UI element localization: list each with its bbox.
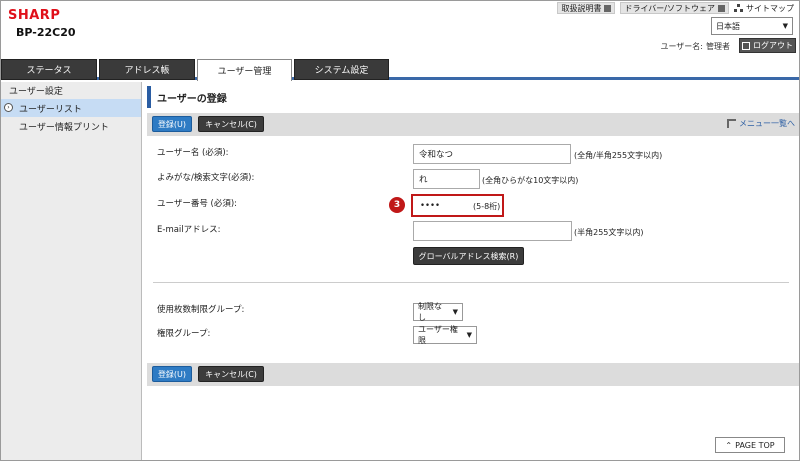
page-top-button[interactable]: ⌃ PAGE TOP <box>715 437 785 453</box>
menu-list-link[interactable]: メニュー一覧へ <box>727 118 795 129</box>
global-address-search-button[interactable]: グローバルアドレス検索(R) <box>413 247 524 265</box>
tab-address-book[interactable]: アドレス帳 <box>99 59 195 80</box>
top-links: 取扱説明書 ドライバー/ソフトウェア サイトマップ <box>557 2 794 14</box>
user-number-input[interactable]: •••• <box>415 196 473 215</box>
external-window-icon <box>604 4 612 12</box>
user-number-hint: (5-8桁) <box>473 202 501 211</box>
logout-icon <box>742 41 750 50</box>
sitemap-icon <box>734 3 743 13</box>
username-hint: (全角/半角255文字以内) <box>574 151 663 160</box>
bottom-action-bar: 登録(U) キャンセル(C) <box>147 363 799 386</box>
chevron-down-icon: ▼ <box>782 22 788 30</box>
email-hint: (半角255文字以内) <box>574 228 644 237</box>
chevron-down-icon: ▼ <box>452 308 458 316</box>
current-user: ユーザー名: 管理者 <box>660 42 730 51</box>
language-select[interactable]: 日本語 ▼ <box>711 17 793 35</box>
driver-software-link[interactable]: ドライバー/ソフトウェア <box>620 2 729 14</box>
tab-system-settings[interactable]: システム設定 <box>294 59 389 80</box>
sidebar: ユーザー設定 › ユーザーリスト ユーザー情報プリント <box>1 82 142 460</box>
chevron-up-icon: ⌃ <box>725 440 733 450</box>
page-title: ユーザーの登録 <box>147 86 795 108</box>
manual-link[interactable]: 取扱説明書 <box>557 2 616 14</box>
chevron-right-icon: › <box>4 103 13 112</box>
main-content: ユーザーの登録 登録(U) キャンセル(C) メニュー一覧へ ユーザー名 (必須… <box>143 82 799 460</box>
kana-hint: (全角ひらがな10文字以内) <box>482 176 579 185</box>
email-input[interactable] <box>413 221 572 241</box>
cancel-button-bottom[interactable]: キャンセル(C) <box>198 366 264 382</box>
step-number-badge: 3 <box>389 197 405 213</box>
top-action-bar: 登録(U) キャンセル(C) <box>147 113 799 136</box>
sidebar-heading: ユーザー設定 <box>9 87 63 97</box>
sidebar-item-user-info-print[interactable]: ユーザー情報プリント <box>1 117 141 135</box>
email-label: E-mailアドレス: <box>157 225 221 235</box>
model-name: BP-22C20 <box>16 26 76 39</box>
return-arrow-icon <box>727 119 736 128</box>
kana-input[interactable]: れ <box>413 169 480 189</box>
sitemap-link[interactable]: サイトマップ <box>734 3 794 14</box>
divider <box>153 282 789 283</box>
external-window-icon <box>718 4 725 12</box>
sidebar-item-user-list[interactable]: › ユーザーリスト <box>1 99 141 117</box>
kana-label: よみがな/検索文字(必須): <box>157 173 255 183</box>
chevron-down-icon: ▼ <box>466 331 472 339</box>
username-label: ユーザー名 (必須): <box>157 148 229 158</box>
cancel-button[interactable]: キャンセル(C) <box>198 116 264 132</box>
user-number-label: ユーザー番号 (必須): <box>157 199 238 209</box>
register-button-bottom[interactable]: 登録(U) <box>152 366 192 382</box>
auth-group-select[interactable]: ユーザー権限 ▼ <box>413 325 477 345</box>
username-input[interactable]: 令和なつ <box>413 144 571 164</box>
auth-group-label: 権限グループ: <box>157 329 211 339</box>
sharp-logo: SHARP <box>8 8 61 23</box>
limit-group-label: 使用枚数制限グループ: <box>157 305 245 315</box>
register-button[interactable]: 登録(U) <box>152 116 192 132</box>
main-tabs: ステータス アドレス帳 ユーザー管理 システム設定 <box>1 59 799 81</box>
limit-group-select[interactable]: 制限なし ▼ <box>413 302 463 322</box>
logout-button[interactable]: ログアウト <box>739 38 796 53</box>
tab-user-management[interactable]: ユーザー管理 <box>197 59 292 81</box>
tab-status[interactable]: ステータス <box>1 59 97 80</box>
